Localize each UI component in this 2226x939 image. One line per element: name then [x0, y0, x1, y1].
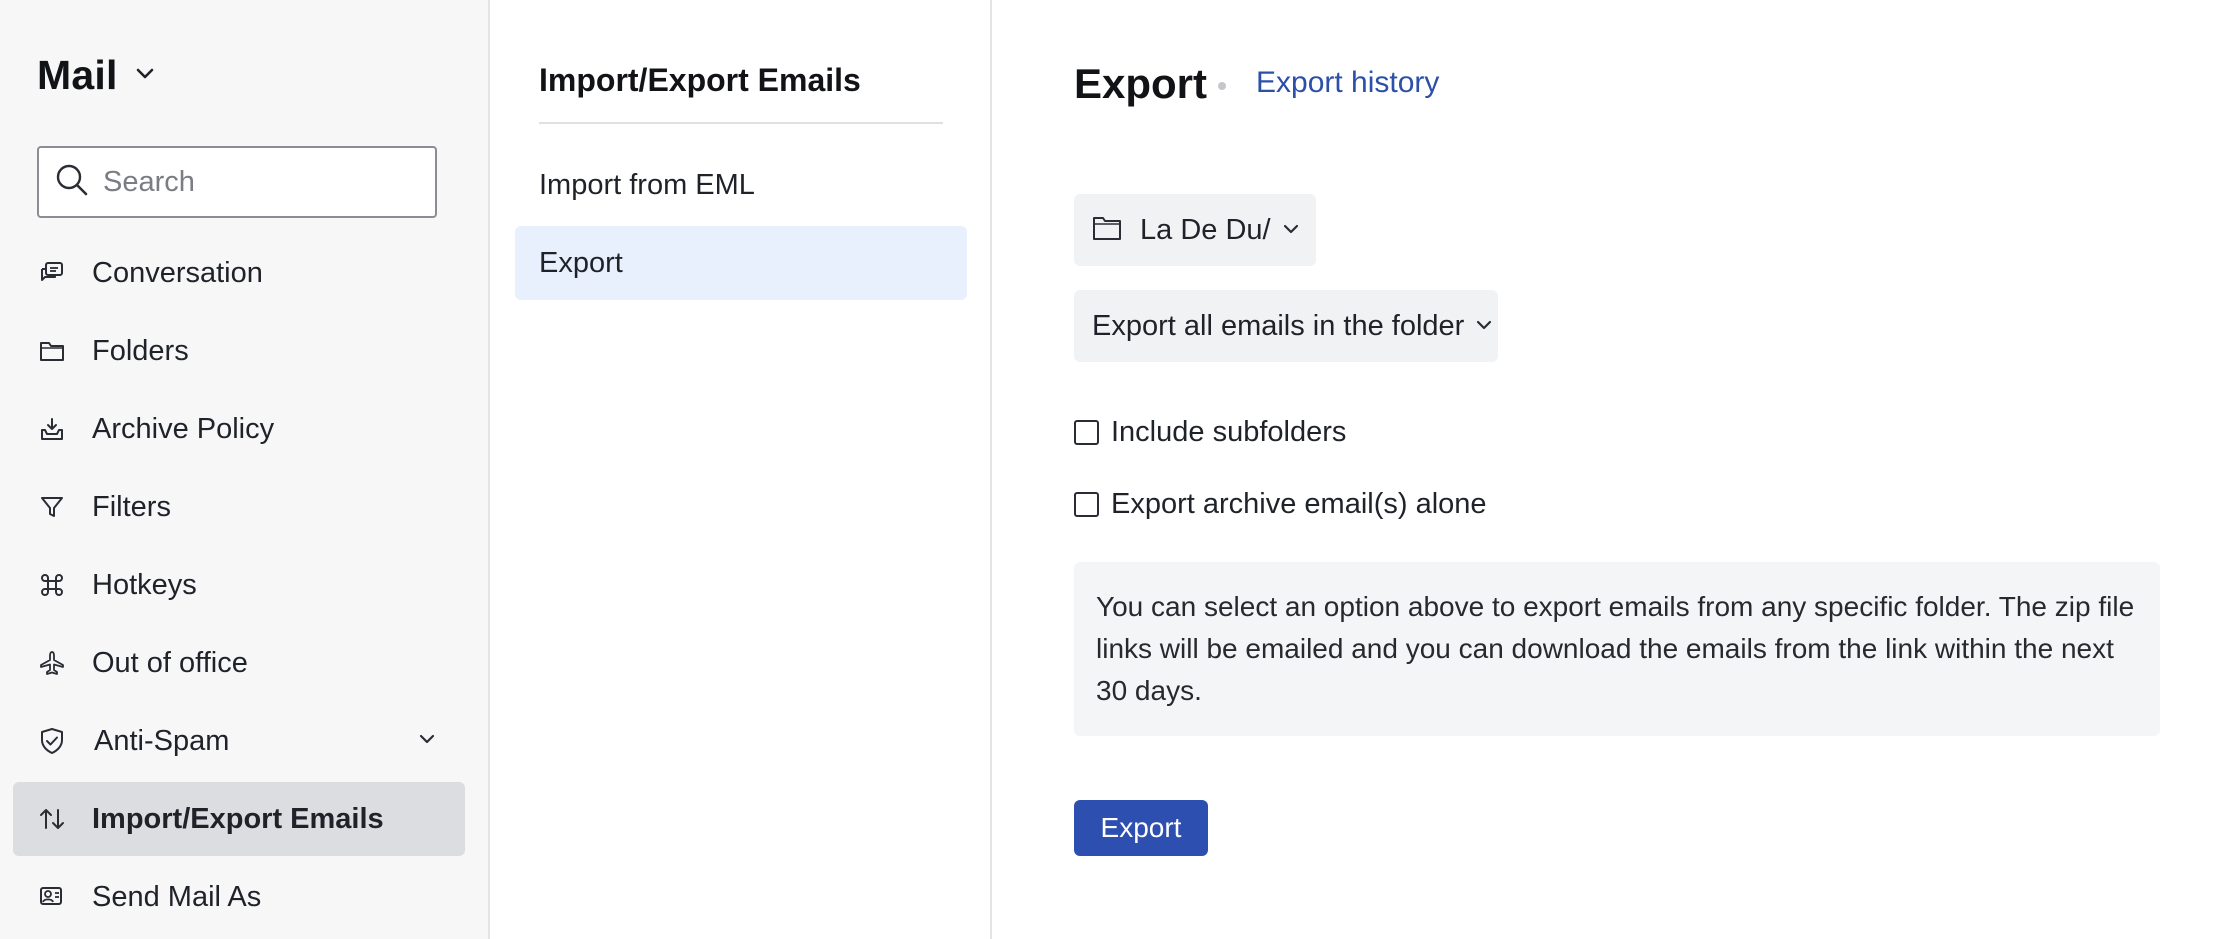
conversation-icon [37, 258, 67, 288]
export-info-note: You can select an option above to export… [1074, 562, 2160, 736]
chevron-down-icon [1283, 221, 1299, 239]
sidebar-item-folders[interactable]: Folders [13, 314, 465, 388]
export-panel: Export Export history La De Du/ Export a… [994, 0, 2226, 939]
separator-dot [1218, 82, 1226, 90]
export-scope-label: Export all emails in the folder [1092, 309, 1465, 342]
sidebar-item-label: Anti-Spam [94, 724, 230, 757]
include-subfolders-option[interactable]: Include subfolders [1074, 416, 1346, 449]
export-archive-alone-option[interactable]: Export archive email(s) alone [1074, 488, 1487, 521]
sidebar-item-import-export-emails[interactable]: Import/Export Emails [13, 782, 465, 856]
send-as-icon [37, 882, 67, 912]
search-box[interactable] [37, 146, 437, 218]
chevron-down-icon [136, 67, 154, 85]
sidebar-item-archive-policy[interactable]: Archive Policy [13, 392, 465, 466]
export-button[interactable]: Export [1074, 800, 1208, 856]
sidebar: Mail Conversation Folders Archive Policy… [0, 0, 490, 939]
search-icon [55, 163, 89, 202]
submenu-item-export[interactable]: Export [515, 226, 967, 300]
submenu-title: Import/Export Emails [539, 62, 861, 98]
filter-icon [37, 492, 67, 522]
export-history-link[interactable]: Export history [1256, 66, 1439, 100]
archive-icon [37, 414, 67, 444]
app-switcher[interactable]: Mail [37, 52, 154, 99]
export-archive-alone-label: Export archive email(s) alone [1111, 488, 1487, 520]
command-key-icon [37, 570, 67, 600]
sidebar-item-out-of-office[interactable]: Out of office [13, 626, 465, 700]
export-archive-alone-checkbox[interactable] [1074, 492, 1099, 517]
submenu-item-import-from-eml[interactable]: Import from EML [515, 148, 967, 222]
folder-icon [1092, 214, 1122, 247]
folder-selector-label: La De Du/ [1140, 213, 1271, 246]
sidebar-item-label: Out of office [92, 646, 248, 679]
sidebar-item-anti-spam[interactable]: Anti-Spam [13, 704, 465, 778]
sidebar-item-label: Send Mail As [92, 880, 262, 913]
folder-icon [37, 336, 67, 366]
divider [539, 122, 943, 124]
sidebar-item-conversation[interactable]: Conversation [13, 236, 465, 310]
page-title: Export [1074, 60, 1208, 107]
sidebar-item-filters[interactable]: Filters [13, 470, 465, 544]
sidebar-item-label: Import/Export Emails [92, 802, 384, 835]
shield-check-icon [37, 726, 67, 756]
sidebar-item-label: Hotkeys [92, 568, 197, 601]
import-export-submenu: Import/Export Emails Import from EML Exp… [492, 0, 992, 939]
sidebar-item-label: Filters [92, 490, 171, 523]
sidebar-item-label: Archive Policy [92, 412, 275, 445]
sidebar-item-label: Conversation [92, 256, 263, 289]
app-title: Mail [37, 52, 118, 98]
airplane-icon [37, 648, 67, 678]
sidebar-item-label: Folders [92, 334, 189, 367]
chevron-down-icon [419, 731, 435, 749]
export-scope-selector[interactable]: Export all emails in the folder [1074, 290, 1498, 362]
chevron-down-icon [1476, 317, 1492, 335]
include-subfolders-checkbox[interactable] [1074, 420, 1099, 445]
swap-arrows-icon [37, 804, 67, 834]
folder-selector[interactable]: La De Du/ [1074, 194, 1316, 266]
include-subfolders-label: Include subfolders [1111, 416, 1347, 448]
sidebar-item-hotkeys[interactable]: Hotkeys [13, 548, 465, 622]
search-input[interactable] [103, 165, 423, 199]
sidebar-item-send-mail-as[interactable]: Send Mail As [13, 860, 465, 934]
